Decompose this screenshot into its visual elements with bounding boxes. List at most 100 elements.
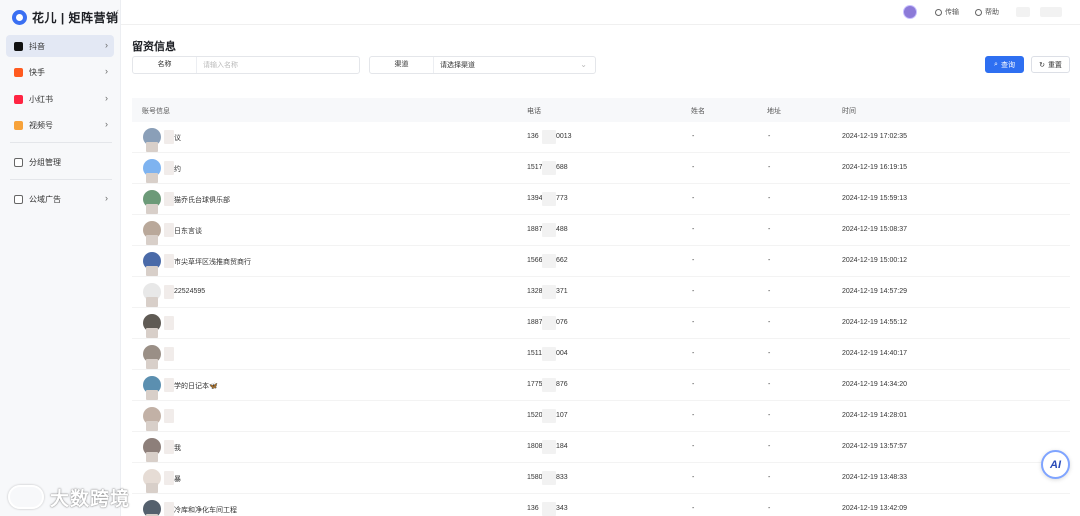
sidebar-item-public-ads[interactable]: 公域广告 ›: [6, 188, 114, 210]
lead-time: 2024-12-19 17:02:35: [842, 133, 907, 140]
lead-time: 2024-12-19 14:40:17: [842, 350, 907, 357]
table-row[interactable]: 1887 076 - - 2024-12-19 14:55:12: [132, 308, 1070, 339]
phone-suffix: 076: [556, 319, 568, 326]
table-body: 议 136 0013 - - 2024-12-19 17:02:35 约 151…: [132, 122, 1070, 516]
name-filter-label: 名称: [133, 57, 197, 73]
kuaishou-icon: [14, 67, 23, 77]
blurred-region: [164, 192, 174, 206]
blurred-region: [164, 409, 174, 423]
sidebar-item-label: 小红书: [29, 94, 53, 104]
chevron-right-icon: ›: [105, 193, 108, 203]
lead-address: -: [768, 257, 771, 264]
search-icon: ⌕: [994, 60, 998, 68]
table-row[interactable]: 我 1808 184 - - 2024-12-19 13:57:57: [132, 432, 1070, 463]
phone-prefix: 136: [527, 505, 539, 512]
blurred-region: [164, 254, 174, 268]
lead-time: 2024-12-19 14:55:12: [842, 319, 907, 326]
account-name: 约: [174, 166, 181, 173]
leads-table: 账号信息 电话 姓名 地址 时间 议 136 0013 - - 2024-12-…: [132, 98, 1070, 516]
channel-select-value[interactable]: 请选择渠道: [434, 60, 595, 70]
blurred-region: [164, 471, 174, 485]
reset-button[interactable]: ↻ 重置: [1031, 56, 1070, 73]
account-name: 暴: [174, 476, 181, 483]
lead-name: -: [692, 164, 695, 171]
blurred-header-item: [1016, 7, 1030, 17]
table-row[interactable]: 猫乔氏台球俱乐部 1394 773 - - 2024-12-19 15:59:1…: [132, 184, 1070, 215]
sidebar-item-xiaohongshu[interactable]: 小红书 ›: [6, 88, 114, 110]
page-title: 留资信息: [132, 41, 176, 53]
lead-address: -: [768, 195, 771, 202]
table-row[interactable]: 约 1517 688 - - 2024-12-19 16:19:15: [132, 153, 1070, 184]
table-row[interactable]: 1520 107 - - 2024-12-19 14:28:01: [132, 401, 1070, 432]
transfer-link[interactable]: 传输: [935, 7, 959, 17]
blurred-region: [542, 347, 556, 361]
table-row[interactable]: 冷库和净化车间工程 136 343 - - 2024-12-19 13:42:0…: [132, 494, 1070, 516]
sidebar-item-group-manage[interactable]: 分组管理: [6, 151, 114, 173]
blurred-region: [542, 192, 556, 206]
phone-suffix: 184: [556, 443, 568, 450]
lead-name: -: [692, 226, 695, 233]
table-row[interactable]: 日东言谈 1887 488 - - 2024-12-19 15:08:37: [132, 215, 1070, 246]
lead-time: 2024-12-19 16:19:15: [842, 164, 907, 171]
lead-name: -: [692, 443, 695, 450]
table-row[interactable]: 市尖草坪区浅推商贸商行 1566 662 - - 2024-12-19 15:0…: [132, 246, 1070, 277]
blurred-region: [146, 421, 158, 431]
phone-suffix: 371: [556, 288, 568, 295]
brand-logo[interactable]: 花儿 | 矩阵营销: [12, 8, 119, 26]
table-row[interactable]: 议 136 0013 - - 2024-12-19 17:02:35: [132, 122, 1070, 153]
channel-filter-label: 渠道: [370, 57, 434, 73]
phone-suffix: 004: [556, 350, 568, 357]
sidebar-item-douyin[interactable]: 抖音 ›: [6, 35, 114, 57]
lead-name: -: [692, 195, 695, 202]
blurred-region: [146, 173, 158, 183]
help-link[interactable]: 帮助: [975, 7, 999, 17]
search-button[interactable]: ⌕ 查询: [985, 56, 1024, 73]
account-name: 我: [174, 445, 181, 452]
phone-prefix: 136: [527, 133, 539, 140]
ai-assistant-button[interactable]: AI: [1041, 450, 1070, 479]
name-input[interactable]: [197, 57, 359, 73]
blurred-region: [164, 378, 174, 392]
phone-suffix: 662: [556, 257, 568, 264]
sidebar-divider: [10, 179, 112, 180]
account-name: 日东言谈: [174, 228, 202, 235]
lead-address: -: [768, 350, 771, 357]
blurred-region: [164, 285, 174, 299]
blurred-region: [164, 161, 174, 175]
lead-time: 2024-12-19 13:42:09: [842, 505, 907, 512]
sidebar-divider: [10, 142, 112, 143]
lead-address: -: [768, 381, 771, 388]
collapse-sidebar-icon[interactable]: ‹: [116, 6, 119, 16]
chevron-right-icon: ›: [105, 93, 108, 103]
lead-address: -: [768, 443, 771, 450]
lead-name: -: [692, 412, 695, 419]
column-header: 姓名: [691, 108, 705, 115]
user-avatar[interactable]: [903, 5, 917, 19]
table-row[interactable]: 22524595 1328 371 - - 2024-12-19 14:57:2…: [132, 277, 1070, 308]
phone-prefix: 1887: [527, 319, 543, 326]
sidebar-item-video-account[interactable]: 视频号 ›: [6, 114, 114, 136]
account-name: 22524595: [174, 288, 206, 295]
blurred-region: [164, 502, 174, 516]
table-row[interactable]: 学的日记本🦋 1775 876 - - 2024-12-19 14:34:20: [132, 370, 1070, 401]
lead-address: -: [768, 412, 771, 419]
lead-address: -: [768, 164, 771, 171]
blurred-region: [146, 390, 158, 400]
transfer-icon: [935, 8, 942, 16]
blurred-region: [146, 452, 158, 462]
chevron-right-icon: ›: [105, 40, 108, 50]
table-row[interactable]: 1511 004 - - 2024-12-19 14:40:17: [132, 339, 1070, 370]
watermark: 大数跨境: [8, 482, 130, 512]
account-name: 市尖草坪区浅推商贸商行: [174, 259, 251, 266]
blurred-region: [542, 471, 556, 485]
blurred-region: [542, 502, 556, 516]
logo-icon: [12, 9, 27, 25]
phone-suffix: 773: [556, 195, 568, 202]
ad-icon: [14, 194, 23, 204]
channel-filter[interactable]: 渠道 请选择渠道 ⌄: [369, 56, 596, 74]
sidebar-item-label: 抖音: [29, 41, 45, 51]
help-icon: [975, 8, 982, 16]
table-row[interactable]: 暴 1580 833 - - 2024-12-19 13:48:33: [132, 463, 1070, 494]
sidebar-item-kuaishou[interactable]: 快手 ›: [6, 61, 114, 83]
lead-name: -: [692, 257, 695, 264]
